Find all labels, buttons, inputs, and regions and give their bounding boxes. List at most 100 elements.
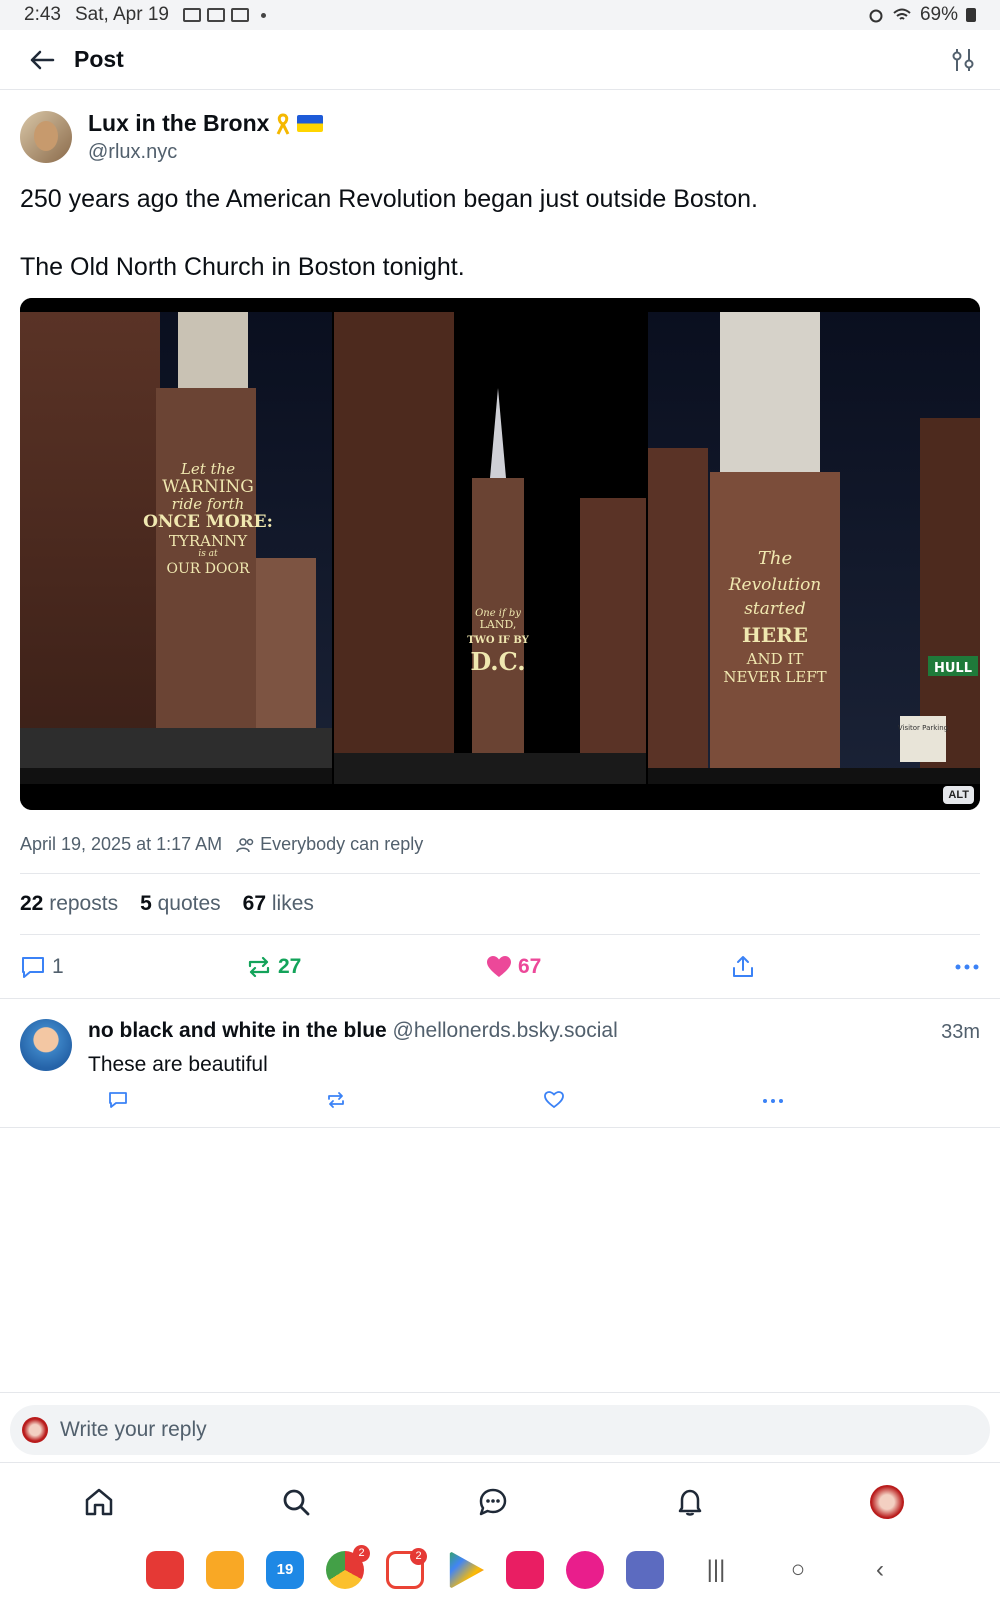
app-notes-icon[interactable] (146, 1551, 184, 1589)
app-camera-icon[interactable] (506, 1551, 544, 1589)
back-arrow-icon[interactable] (22, 48, 62, 72)
reply-like-button[interactable] (544, 1091, 762, 1114)
reply-post[interactable]: 33m no black and white in the blue @hell… (0, 998, 1000, 1128)
reply-more-button[interactable] (762, 1091, 980, 1114)
post-actions: 1 27 67 (20, 935, 980, 999)
alt-text-badge[interactable]: ALT (943, 786, 974, 804)
app-files-icon[interactable] (206, 1551, 244, 1589)
app-chrome-icon[interactable]: 2 (326, 1545, 370, 1589)
chrome-badge: 2 (353, 1545, 370, 1562)
reposts-stat[interactable]: 22 reposts (20, 892, 118, 916)
reply-count: 1 (52, 955, 64, 978)
app-drawer-icon[interactable] (626, 1551, 664, 1589)
svg-text:HERE: HERE (742, 623, 808, 647)
chat-icon (479, 1488, 506, 1515)
svg-text:ride forth: ride forth (172, 495, 245, 513)
heart-outline-icon (544, 1091, 564, 1109)
reply-icon (109, 1092, 127, 1108)
visitor-parking-text: Visitor Parking (898, 724, 948, 732)
reply-input[interactable]: Write your reply (10, 1405, 990, 1455)
post-author[interactable]: Lux in the Bronx @rlux.nyc (20, 110, 980, 164)
post-text: 250 years ago the American Revolution be… (20, 185, 758, 281)
repost-button[interactable]: 27 (246, 955, 486, 979)
app-flower-icon[interactable] (566, 1551, 604, 1589)
likes-stat[interactable]: 67 likes (243, 892, 314, 916)
nav-chat[interactable] (394, 1486, 591, 1518)
svg-text:is at: is at (198, 549, 218, 559)
gmail-notification-icon (207, 8, 225, 22)
author-name-row: Lux in the Bronx (88, 110, 324, 137)
church-photo-collage: Let the WARNING ride forth ONCE MORE: TY… (20, 298, 980, 810)
status-date: Sat, Apr 19 (74, 4, 169, 25)
reply-reply-button[interactable] (108, 1091, 326, 1114)
main-post: Lux in the Bronx @rlux.nyc 250 years ago… (0, 92, 1000, 999)
svg-text:The: The (758, 548, 792, 569)
calendar-day: 19 (276, 1561, 294, 1578)
reply-author-avatar[interactable] (20, 1019, 72, 1071)
reply-composer-bar: Write your reply (0, 1392, 1000, 1462)
street-sign-text: HULL (934, 661, 972, 676)
app-gmail-icon[interactable]: 2 (386, 1548, 427, 1589)
recents-icon[interactable]: ||| (686, 1556, 746, 1584)
repost-count: 27 (278, 955, 302, 978)
post-timestamp: April 19, 2025 at 1:17 AM (20, 834, 223, 854)
home-button-icon[interactable]: ○ (768, 1556, 828, 1584)
more-options-button[interactable] (954, 963, 980, 971)
post-image[interactable]: Let the WARNING ride forth ONCE MORE: TY… (20, 298, 980, 810)
ribbon-icon (277, 112, 290, 135)
svg-text:D.C.: D.C. (470, 647, 525, 676)
wifi-icon (893, 8, 911, 20)
author-avatar[interactable] (20, 111, 72, 163)
reply-placeholder: Write your reply (60, 1418, 207, 1441)
nav-search[interactable] (197, 1486, 394, 1518)
profile-avatar (869, 1484, 904, 1519)
nav-profile[interactable] (788, 1484, 985, 1519)
svg-text:Revolution: Revolution (728, 575, 822, 595)
app-calendar-icon[interactable]: 19 (266, 1551, 304, 1589)
heart-filled-icon (487, 956, 511, 977)
post-stats: 22 reposts 5 quotes 67 likes (20, 874, 980, 934)
ukraine-flag-icon (297, 115, 324, 132)
system-back-icon[interactable]: ‹ (850, 1556, 910, 1584)
home-icon (85, 1488, 112, 1515)
reply-author-handle[interactable]: @hellonerds.bsky.social (393, 1019, 618, 1042)
status-bar: 2:43 Sat, Apr 19 69% (0, 0, 1000, 30)
reply-setting: Everybody can reply (260, 834, 424, 854)
facebook-notification-icon (231, 8, 249, 22)
author-handle[interactable]: @rlux.nyc (88, 141, 323, 164)
android-taskbar: 19 2 2 ||| ○ ‹ (0, 1540, 1000, 1600)
svg-text:TWO IF BY: TWO IF BY (467, 635, 529, 646)
nav-home[interactable] (0, 1486, 197, 1518)
nav-notifications[interactable] (591, 1486, 788, 1518)
author-name[interactable]: Lux in the Bronx (88, 110, 269, 137)
svg-text:Let the: Let the (180, 460, 235, 478)
people-icon (236, 837, 254, 852)
ellipsis-icon (955, 964, 979, 970)
svg-text:ONCE MORE:: ONCE MORE: (143, 512, 273, 532)
top-header: Post (0, 30, 1000, 90)
reply-repost-button[interactable] (326, 1091, 544, 1114)
like-button[interactable]: 67 (486, 955, 730, 979)
my-avatar (22, 1417, 48, 1443)
svg-text:started: started (744, 599, 806, 619)
app-play-store-icon[interactable] (449, 1551, 484, 1589)
battery-icon (966, 8, 976, 22)
reply-button[interactable]: 1 (20, 955, 246, 979)
like-count: 67 (518, 955, 542, 978)
svg-text:NEVER LEFT: NEVER LEFT (723, 668, 826, 686)
thread-settings-icon[interactable] (948, 45, 978, 75)
alarm-icon (869, 9, 883, 23)
svg-text:WARNING: WARNING (162, 477, 254, 497)
projection-text-middle: One if by LAND, TWO IF BY D.C. (467, 608, 529, 676)
bottom-navigation (0, 1462, 1000, 1540)
quotes-stat[interactable]: 5 quotes (140, 892, 221, 916)
share-button[interactable] (730, 954, 940, 980)
svg-text:OUR DOOR: OUR DOOR (167, 561, 250, 577)
more-notifications-dot (261, 12, 266, 18)
reply-text: These are beautiful (88, 1053, 268, 1076)
reply-author-name[interactable]: no black and white in the blue (88, 1019, 387, 1042)
visitor-parking-sign (900, 716, 946, 762)
post-meta: April 19, 2025 at 1:17 AM Everybody can … (20, 834, 980, 855)
status-time: 2:43 (24, 4, 61, 25)
svg-text:TYRANNY: TYRANNY (169, 532, 248, 550)
